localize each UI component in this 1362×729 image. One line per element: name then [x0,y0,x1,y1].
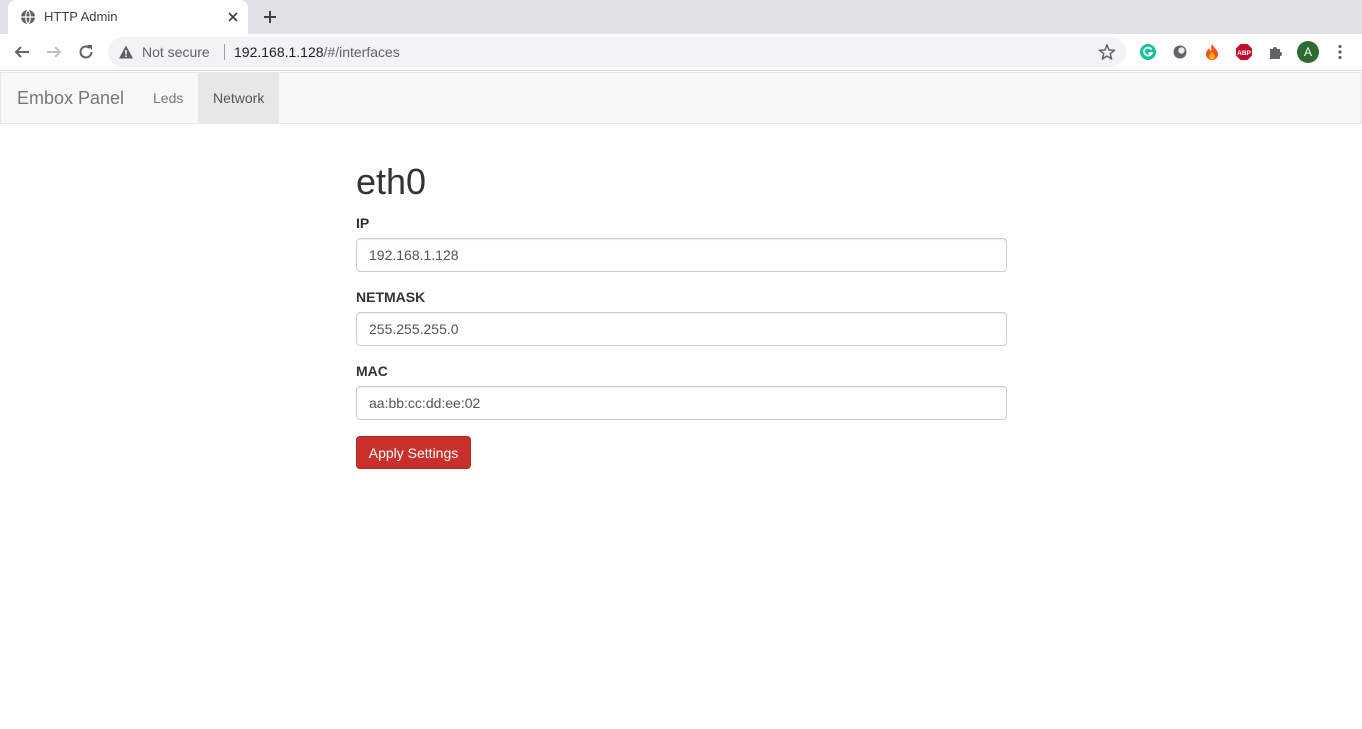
svg-text:A: A [1304,45,1312,59]
navbar-brand[interactable]: Embox Panel [17,88,124,108]
ip-input[interactable] [356,238,1007,272]
grammarly-icon[interactable] [1138,42,1158,62]
warning-icon[interactable] [118,44,134,60]
extension-circle-icon[interactable] [1170,42,1190,62]
netmask-input[interactable] [356,312,1007,346]
security-label[interactable]: Not secure [142,44,210,60]
tab-title: HTTP Admin [44,9,118,24]
puzzle-icon[interactable] [1266,42,1286,62]
mac-label: MAC [356,363,388,379]
url-host: 192.168.1.128 [234,44,324,60]
nav-link-network[interactable]: Network [198,73,280,123]
interface-title: eth0 [356,161,427,202]
close-tab-icon[interactable] [224,8,242,26]
bookmark-star-icon[interactable] [1098,43,1116,61]
site-navbar: Embox Panel Leds Network [0,72,1362,124]
back-arrow-icon[interactable] [10,40,34,64]
nav-link-leds[interactable]: Leds [138,73,198,123]
profile-avatar[interactable]: A [1297,41,1319,63]
url-text[interactable]: 192.168.1.128/#/interfaces [234,44,400,60]
mac-input[interactable] [356,386,1007,420]
browser-tab[interactable]: HTTP Admin [8,0,248,34]
ip-label: IP [356,215,370,231]
fire-extension-icon[interactable] [1202,42,1222,62]
globe-icon [20,9,36,25]
new-tab-icon[interactable] [259,6,281,28]
omnibox-divider [224,44,225,60]
svg-text:ABP: ABP [1237,50,1251,57]
apply-settings-button[interactable]: Apply Settings [356,436,471,469]
reload-icon[interactable] [74,40,98,64]
url-path: /#/interfaces [323,44,400,60]
menu-dots-icon[interactable] [1330,42,1350,62]
forward-arrow-icon[interactable] [42,40,66,64]
browser-toolbar: Not secure 192.168.1.128/#/interfaces AB… [0,34,1362,71]
address-bar[interactable]: Not secure 192.168.1.128/#/interfaces [108,37,1126,67]
tab-strip: HTTP Admin [0,0,1362,34]
adblock-plus-icon[interactable]: ABP [1234,42,1254,62]
netmask-label: NETMASK [356,289,426,305]
